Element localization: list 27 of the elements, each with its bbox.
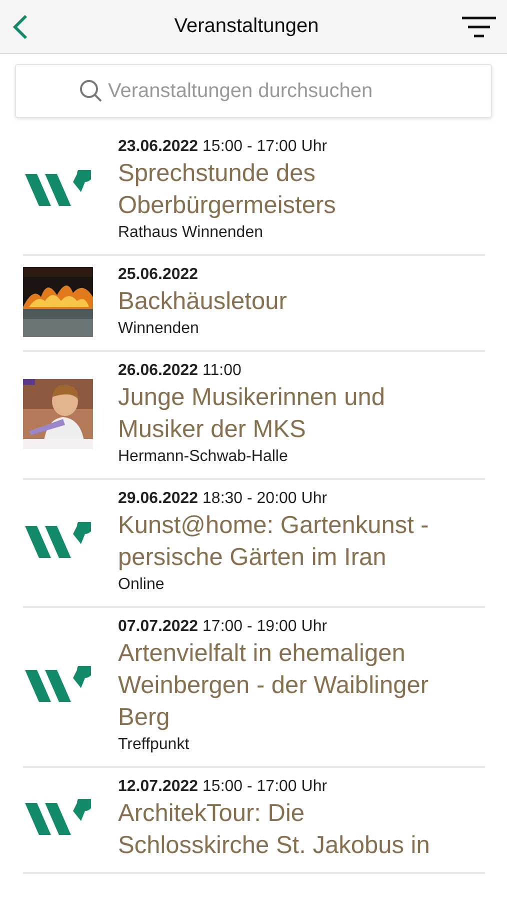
event-title[interactable]: Backhäusletour (118, 286, 453, 318)
search-icon (79, 79, 103, 103)
event-date: 29.06.2022 (118, 490, 198, 507)
event-time: 15:00 - 17:00 Uhr (202, 778, 328, 795)
event-date: 12.07.2022 (118, 778, 198, 795)
event-title[interactable]: Kunst@home: Gartenkunst - persische Gärten im Iran (118, 510, 453, 574)
event-title[interactable]: Junge Musikerinnen und Musiker der MKS (118, 382, 453, 446)
event-title[interactable]: Sprechstunde des Oberbürgermeisters (118, 158, 453, 222)
event-location: Hermann-Schwab-Halle (118, 447, 289, 467)
screen-title: Veranstaltungen (174, 15, 319, 38)
event-date: 23.06.2022 (118, 138, 198, 155)
event-time: 11:00 (202, 362, 242, 379)
search-field[interactable]: Veranstaltungen durchsuchen (15, 64, 492, 118)
event-title[interactable]: ArchitekTour: Die Schlosskirche St. Jakobus in (118, 798, 453, 862)
event-location: Treffpunkt (118, 735, 190, 755)
event-location: Winnenden (118, 319, 200, 339)
event-title[interactable]: Artenvielfalt in ehemaligen Weinbergen - der Waiblinger Berg (118, 638, 453, 734)
filter-icon (461, 14, 497, 38)
event-time: 17:00 - 19:00 Uhr (202, 618, 328, 635)
event-date: 25.06.2022 (118, 266, 198, 283)
event-time: 18:30 - 20:00 Uhr (202, 490, 328, 507)
event-time: 15:00 - 17:00 Uhr (202, 138, 328, 155)
event-date: 26.06.2022 (118, 362, 198, 379)
event-location: Online (118, 575, 166, 595)
filter-button[interactable] (461, 14, 497, 38)
event-location: Rathaus Winnenden (118, 223, 264, 243)
event-date: 07.07.2022 (118, 618, 198, 635)
